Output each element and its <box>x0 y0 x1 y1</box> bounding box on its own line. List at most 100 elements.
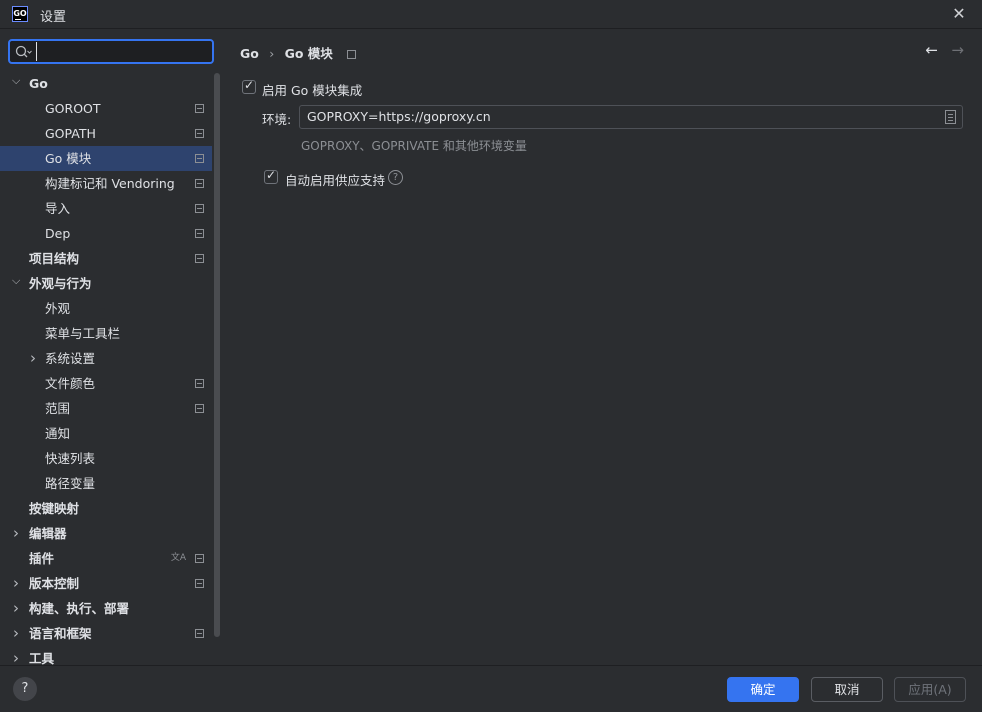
logo-text: GO <box>13 9 27 18</box>
apply-button[interactable]: 应用(A) <box>894 677 966 702</box>
sidebar-item[interactable]: 导入 <box>0 196 212 221</box>
help-icon[interactable]: ? <box>388 170 403 185</box>
translate-icon: 文A <box>170 553 186 563</box>
sidebar-item[interactable]: 插件 文A <box>0 546 212 571</box>
sidebar-item-label: 版本控制 <box>29 576 80 591</box>
search-icon <box>15 45 32 58</box>
pin-icon <box>195 629 204 638</box>
sidebar-item[interactable]: 按键映射 <box>0 496 212 521</box>
enable-go-modules-checkbox[interactable] <box>242 78 256 94</box>
sidebar-item[interactable]: › 构建、执行、部署 <box>0 596 212 621</box>
sidebar-item-label: 导入 <box>45 201 71 216</box>
enable-go-modules-label[interactable]: 启用 Go 模块集成 <box>262 80 362 99</box>
pin-icon <box>195 204 204 213</box>
sidebar-item-label: 构建、执行、部署 <box>29 601 130 616</box>
pin-icon[interactable] <box>347 50 357 59</box>
close-icon[interactable]: ✕ <box>950 5 968 23</box>
chevron-right-icon[interactable]: › <box>13 596 25 621</box>
pin-icon <box>195 554 204 563</box>
sidebar-item[interactable]: 外观 <box>0 296 212 321</box>
pin-icon <box>195 404 204 413</box>
sidebar-item-label: GOPATH <box>45 126 96 141</box>
sidebar-item-label: Go 模块 <box>45 151 92 166</box>
sidebar-item[interactable]: 路径变量 <box>0 471 212 496</box>
sidebar-item[interactable]: › 系统设置 <box>0 346 212 371</box>
pin-icon <box>195 579 204 588</box>
sidebar-item[interactable]: 快速列表 <box>0 446 212 471</box>
sidebar-item-label: 通知 <box>45 426 71 441</box>
sidebar-item[interactable]: 文件颜色 <box>0 371 212 396</box>
pin-icon <box>195 179 204 188</box>
sidebar-item-label: GOROOT <box>45 101 101 116</box>
sidebar-item-label: 按键映射 <box>29 501 80 516</box>
breadcrumb-parent[interactable]: Go <box>240 46 259 61</box>
title-bar: GO 设置 ✕ <box>0 0 982 29</box>
back-arrow-icon[interactable]: ← <box>925 41 938 59</box>
sidebar-item-label: 范围 <box>45 401 71 416</box>
sidebar-item-label: 路径变量 <box>45 476 96 491</box>
pin-icon <box>195 154 204 163</box>
sidebar-item-label: 系统设置 <box>45 351 96 366</box>
goland-logo-icon: GO <box>12 6 28 22</box>
search-box[interactable] <box>8 39 214 64</box>
sidebar-scrollbar[interactable] <box>214 73 220 637</box>
settings-sidebar: ⌵ Go GOROOT GOPATH Go 模块构建标记和 Vendoring 导入 Dep… <box>0 29 222 667</box>
chevron-down-icon[interactable]: ⌵ <box>12 268 24 293</box>
breadcrumb-separator: › <box>269 46 275 61</box>
chevron-right-icon[interactable]: › <box>13 571 25 596</box>
environment-label: 环境: <box>262 112 292 127</box>
sidebar-item[interactable]: GOROOT <box>0 96 212 121</box>
sidebar-item-label: 外观 <box>45 301 71 316</box>
vendoring-label[interactable]: 自动启用供应支持 <box>285 170 385 189</box>
chevron-right-icon[interactable]: › <box>13 621 25 646</box>
sidebar-item-label: 构建标记和 Vendoring <box>45 176 175 191</box>
sidebar-item[interactable]: › 编辑器 <box>0 521 212 546</box>
sidebar-item-label: Go <box>29 76 48 91</box>
environment-hint: GOPROXY、GOPRIVATE 和其他环境变量 <box>301 139 527 153</box>
pin-icon <box>195 254 204 263</box>
sidebar-item-label: 插件 <box>29 551 55 566</box>
pin-icon <box>195 229 204 238</box>
sidebar-item[interactable]: GOPATH <box>0 121 212 146</box>
sidebar-item[interactable]: › 语言和框架 <box>0 621 212 646</box>
dialog-footer: ? 确定 取消 应用(A) <box>0 665 982 712</box>
ok-button[interactable]: 确定 <box>727 677 799 702</box>
chevron-right-icon[interactable]: › <box>30 346 42 371</box>
sidebar-item[interactable]: Dep <box>0 221 212 246</box>
chevron-right-icon[interactable]: › <box>13 521 25 546</box>
forward-arrow-icon: → <box>951 41 964 59</box>
edit-list-icon[interactable] <box>945 110 956 124</box>
cancel-button[interactable]: 取消 <box>811 677 883 702</box>
sidebar-item[interactable]: › 版本控制 <box>0 571 212 596</box>
sidebar-item-label: 编辑器 <box>29 526 67 541</box>
sidebar-item-label: 语言和框架 <box>29 626 92 641</box>
settings-content: Go › Go 模块 ← → 启用 Go 模块集成 环境: GOPROXY=ht… <box>222 29 982 665</box>
environment-value[interactable]: GOPROXY=https://goproxy.cn <box>307 109 491 124</box>
sidebar-item-label: 菜单与工具栏 <box>45 326 121 341</box>
search-input[interactable] <box>36 42 206 61</box>
sidebar-item-label: Dep <box>45 226 71 241</box>
settings-tree: ⌵ Go GOROOT GOPATH Go 模块构建标记和 Vendoring 导入 Dep… <box>0 71 212 671</box>
pin-icon <box>195 104 204 113</box>
sidebar-item[interactable]: 通知 <box>0 421 212 446</box>
environment-field[interactable]: GOPROXY=https://goproxy.cn <box>299 105 963 129</box>
sidebar-item[interactable]: 构建标记和 Vendoring <box>0 171 212 196</box>
sidebar-item-label: 项目结构 <box>29 251 80 266</box>
sidebar-item[interactable]: ⌵ 外观与行为 <box>0 271 212 296</box>
vendoring-checkbox[interactable] <box>264 168 278 184</box>
chevron-down-icon[interactable]: ⌵ <box>12 68 24 93</box>
breadcrumb: Go › Go 模块 <box>240 43 357 62</box>
breadcrumb-current: Go 模块 <box>284 46 333 61</box>
sidebar-item-label: 文件颜色 <box>45 376 96 391</box>
window-title: 设置 <box>40 10 67 25</box>
sidebar-item[interactable]: 菜单与工具栏 <box>0 321 212 346</box>
sidebar-item[interactable]: ⌵ Go <box>0 71 212 96</box>
pin-icon <box>195 129 204 138</box>
sidebar-item-label: 快速列表 <box>45 451 96 466</box>
pin-icon <box>195 379 204 388</box>
help-button[interactable]: ? <box>13 677 37 701</box>
sidebar-item[interactable]: Go 模块 <box>0 146 212 171</box>
sidebar-item-label: 外观与行为 <box>29 276 92 291</box>
sidebar-item[interactable]: 范围 <box>0 396 212 421</box>
sidebar-item[interactable]: 项目结构 <box>0 246 212 271</box>
